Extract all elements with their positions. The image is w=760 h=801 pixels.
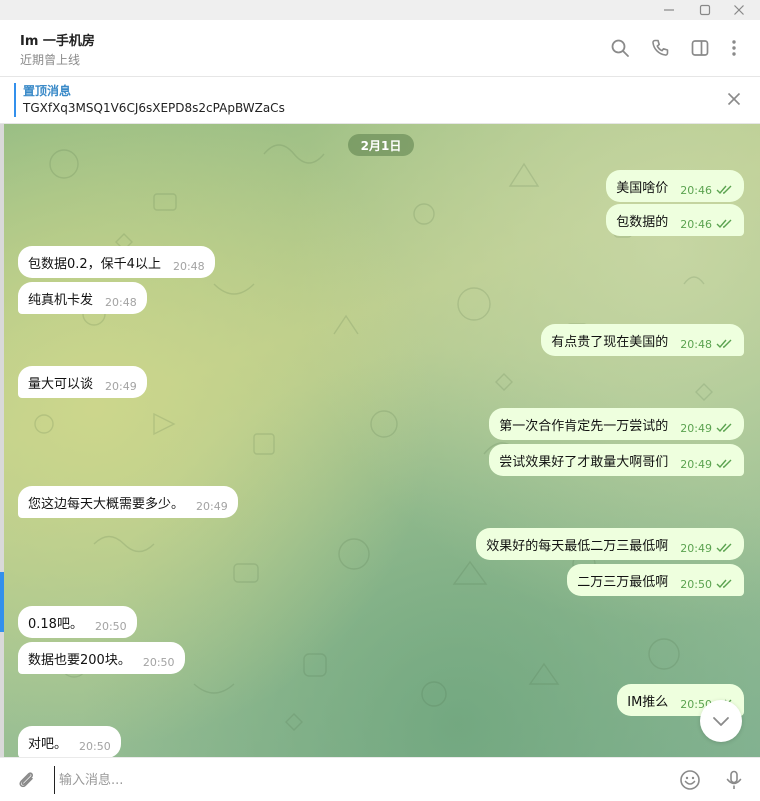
message-text: 您这边每天大概需要多少。	[28, 496, 185, 512]
double-check-icon	[716, 219, 734, 229]
maximize-icon[interactable]	[688, 0, 722, 20]
double-check-icon	[716, 579, 734, 589]
window-titlebar	[0, 0, 760, 20]
message-list[interactable]: 2月1日 美国啥价 20:46 包数据的 20:46 包数据0.2，保千4以上 …	[4, 124, 760, 757]
message-time: 20:46	[680, 183, 712, 197]
message-text: 尝试效果好了才敢量大啊哥们	[499, 454, 669, 470]
message-text: 量大可以谈	[28, 376, 94, 392]
message-incoming[interactable]: 包数据0.2，保千4以上 20:48	[18, 246, 215, 278]
message-text: IM推么	[627, 694, 669, 710]
message-text: 纯真机卡发	[28, 292, 94, 308]
chat-title[interactable]: Im 一手机房	[20, 30, 95, 49]
message-incoming[interactable]: 数据也要200块。 20:50	[18, 642, 185, 674]
message-time: 20:49	[680, 541, 712, 555]
message-incoming[interactable]: 对吧。 20:50	[18, 726, 121, 757]
message-text: 对吧。	[28, 736, 68, 752]
sidebar-toggle-icon[interactable]	[688, 36, 712, 60]
message-outgoing[interactable]: 包数据的 20:46	[606, 204, 744, 236]
emoji-icon[interactable]	[678, 768, 702, 792]
message-text: 第一次合作肯定先一万尝试的	[499, 418, 669, 434]
message-incoming[interactable]: 0.18吧。 20:50	[18, 606, 137, 638]
chat-status: 近期曾上线	[20, 53, 81, 67]
date-separator: 2月1日	[348, 134, 414, 156]
message-time: 20:50	[680, 577, 712, 591]
message-time: 20:49	[680, 421, 712, 435]
search-icon[interactable]	[608, 36, 632, 60]
message-outgoing[interactable]: 有点贵了现在美国的 20:48	[541, 324, 744, 356]
message-time: 20:48	[105, 295, 137, 309]
double-check-icon	[716, 543, 734, 553]
chat-header[interactable]: Im 一手机房 近期曾上线	[0, 20, 760, 77]
message-outgoing[interactable]: 尝试效果好了才敢量大啊哥们 20:49	[489, 444, 744, 476]
pinned-text: TGXfXq3MSQ1V6CJ6sXEPD8s2cPApBWZaCs	[23, 101, 285, 115]
double-check-icon	[716, 339, 734, 349]
message-incoming[interactable]: 您这边每天大概需要多少。 20:49	[18, 486, 238, 518]
microphone-icon[interactable]	[722, 768, 746, 792]
message-time: 20:49	[680, 457, 712, 471]
message-time: 20:48	[680, 337, 712, 351]
more-menu-icon[interactable]	[722, 36, 746, 60]
message-input[interactable]	[54, 766, 661, 794]
message-time: 20:50	[79, 739, 111, 753]
message-text: 0.18吧。	[28, 616, 83, 632]
message-text: 美国啥价	[616, 180, 669, 196]
message-outgoing[interactable]: 效果好的每天最低二万三最低啊 20:49	[476, 528, 744, 560]
message-time: 20:46	[680, 217, 712, 231]
message-incoming[interactable]: 纯真机卡发 20:48	[18, 282, 147, 314]
message-text: 效果好的每天最低二万三最低啊	[486, 538, 669, 554]
scroll-down-button[interactable]	[700, 700, 742, 742]
message-text: 数据也要200块。	[28, 652, 131, 668]
pinned-label: 置顶消息	[23, 84, 72, 98]
message-text: 有点贵了现在美国的	[551, 334, 669, 350]
minimize-icon[interactable]	[652, 0, 686, 20]
message-outgoing[interactable]: 美国啥价 20:46	[606, 170, 744, 202]
double-check-icon	[716, 459, 734, 469]
message-time: 20:50	[142, 655, 175, 669]
double-check-icon	[716, 185, 734, 195]
message-time: 20:50	[94, 619, 127, 633]
pinned-accent-bar	[14, 83, 16, 117]
message-outgoing[interactable]: 二万三万最低啊 20:50	[567, 564, 744, 596]
message-outgoing[interactable]: 第一次合作肯定先一万尝试的 20:49	[489, 408, 744, 440]
chevron-down-icon	[712, 712, 730, 731]
pinned-message-bar[interactable]: 置顶消息 TGXfXq3MSQ1V6CJ6sXEPD8s2cPApBWZaCs	[0, 77, 760, 124]
attach-icon[interactable]	[14, 768, 38, 792]
message-text: 二万三万最低啊	[577, 574, 669, 590]
message-time: 20:49	[105, 379, 137, 393]
message-time: 20:49	[196, 499, 228, 513]
message-composer	[0, 757, 760, 801]
message-incoming[interactable]: 量大可以谈 20:49	[18, 366, 147, 398]
message-text: 包数据的	[616, 214, 669, 230]
close-icon[interactable]	[724, 89, 744, 109]
phone-icon[interactable]	[648, 36, 672, 60]
message-time: 20:48	[172, 259, 205, 273]
close-window-icon[interactable]	[722, 0, 756, 20]
double-check-icon	[716, 423, 734, 433]
message-text: 包数据0.2，保千4以上	[28, 256, 161, 272]
